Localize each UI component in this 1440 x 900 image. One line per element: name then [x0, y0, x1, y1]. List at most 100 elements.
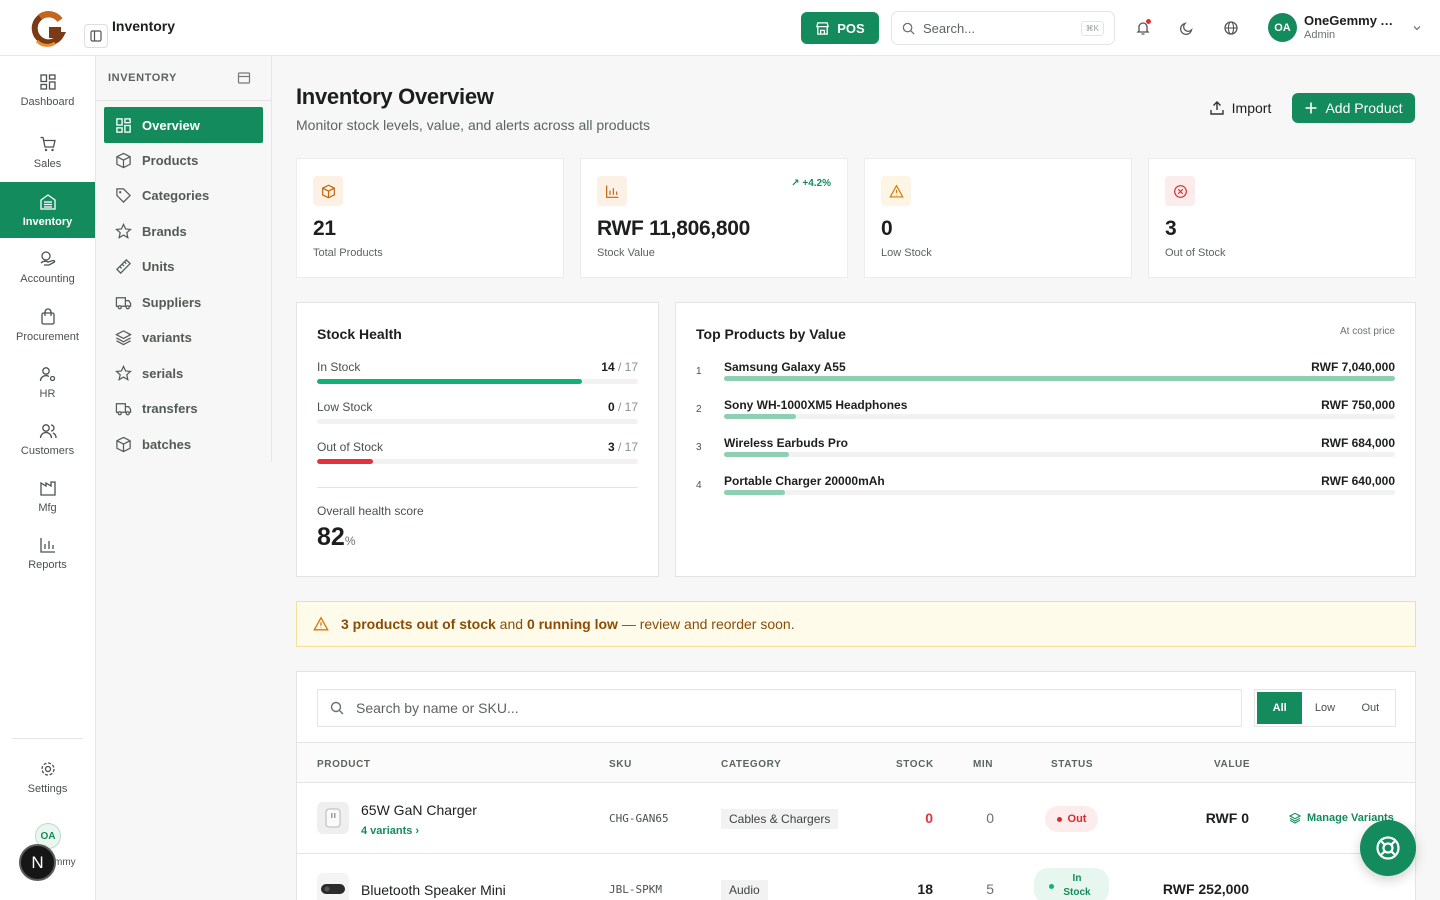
table-row[interactable]: Bluetooth Speaker Mini JBL-SPKM Audio 18…	[297, 854, 1415, 900]
rail-label: Dashboard	[20, 95, 75, 108]
subnav-label: transfers	[142, 400, 198, 416]
store-icon	[816, 21, 830, 35]
filter-out[interactable]: Out	[1348, 692, 1393, 724]
health-total: 17	[624, 400, 638, 414]
product-thumbnail	[317, 802, 349, 834]
top-product-fill	[724, 414, 796, 419]
rail-label: Procurement	[16, 330, 79, 343]
health-count: 3 / 17	[607, 440, 638, 454]
health-score: 82%	[317, 523, 355, 552]
subnav-item-serials[interactable]: serials	[104, 355, 263, 391]
subnav-item-transfers[interactable]: transfers	[104, 390, 263, 426]
subnav-item-brands[interactable]: Brands	[104, 213, 263, 249]
search-icon	[902, 22, 915, 35]
top-product-row[interactable]: 2 Sony WH-1000XM5 Headphones RWF 750,000	[696, 398, 1395, 434]
subnav-item-batches[interactable]: batches	[104, 426, 263, 462]
filter-low[interactable]: Low	[1302, 692, 1347, 724]
product-variants-link[interactable]: 4 variants ›	[361, 825, 419, 837]
health-count-value: 14	[601, 360, 615, 374]
top-products-panel: Top Products by Value At cost price 1 Sa…	[675, 302, 1416, 577]
user-avatar[interactable]: OA	[1268, 13, 1297, 42]
health-fill	[317, 379, 582, 384]
th-product[interactable]: PRODUCT	[317, 759, 371, 770]
product-search-input[interactable]: Search by name or SKU...	[317, 689, 1242, 727]
alert-joiner: and	[495, 616, 527, 632]
th-category[interactable]: CATEGORY	[721, 759, 781, 770]
product-sku: CHG-GAN65	[609, 812, 669, 825]
rail-label: Sales	[33, 157, 62, 170]
top-product-name: Sony WH-1000XM5 Headphones	[724, 398, 908, 412]
chevron-down-icon[interactable]	[1411, 22, 1423, 34]
subnav-item-overview[interactable]: Overview	[104, 107, 263, 143]
rail-item-reports[interactable]: Reports	[0, 525, 95, 581]
sidebar-collapse-button[interactable]	[84, 24, 108, 48]
panel-left-icon	[90, 30, 102, 42]
status-dot	[1056, 816, 1062, 822]
th-value[interactable]: VALUE	[1214, 759, 1250, 770]
theme-toggle-button[interactable]	[1176, 17, 1198, 39]
subnav-label: Products	[142, 152, 199, 168]
rail-item-procurement[interactable]: Procurement	[0, 297, 95, 353]
th-stock[interactable]: STOCK	[896, 759, 934, 770]
stock-value: RWF 0	[1205, 810, 1249, 826]
top-product-row[interactable]: 4 Portable Charger 20000mAh RWF 640,000	[696, 474, 1395, 510]
stat-label: Total Products	[313, 247, 383, 259]
product-name[interactable]: Bluetooth Speaker Mini	[361, 882, 506, 898]
stock-filter-group: All Low Out	[1254, 689, 1396, 727]
pos-button[interactable]: POS	[801, 12, 879, 44]
bag-icon	[40, 307, 55, 325]
stock-count: 0	[925, 810, 933, 826]
health-score-label: Overall health score	[317, 504, 424, 518]
language-button[interactable]	[1220, 17, 1242, 39]
subnav-item-variants[interactable]: variants	[104, 319, 263, 355]
panel-toggle-icon[interactable]	[237, 71, 251, 85]
subnav-label: variants	[142, 329, 192, 345]
health-fill	[317, 459, 374, 464]
top-product-track	[724, 452, 1395, 457]
stat-value: 3	[1165, 217, 1177, 240]
top-product-track	[724, 414, 1395, 419]
product-name[interactable]: 65W GaN Charger	[361, 802, 477, 818]
global-search-input[interactable]: Search... ⌘K	[891, 11, 1115, 45]
health-total: 17	[624, 440, 638, 454]
filter-all[interactable]: All	[1257, 692, 1303, 724]
table-row[interactable]: 65W GaN Charger 4 variants › CHG-GAN65 C…	[297, 783, 1415, 854]
th-min[interactable]: MIN	[973, 759, 993, 770]
notifications-button[interactable]	[1132, 17, 1154, 39]
top-product-track	[724, 490, 1395, 495]
user-name[interactable]: OneGemmy A...	[1304, 13, 1400, 28]
min-stock: 5	[986, 881, 994, 897]
rail-item-sales[interactable]: Sales	[0, 124, 95, 180]
rail-item-mfg[interactable]: Mfg	[0, 468, 95, 524]
stat-card-low-stock: 0 Low Stock	[864, 158, 1132, 278]
help-button[interactable]	[1360, 820, 1416, 876]
health-count-value: 0	[607, 400, 615, 414]
app-title: Inventory	[112, 18, 176, 34]
import-button[interactable]: Import	[1198, 93, 1282, 123]
health-total: 17	[624, 360, 638, 374]
status-dot	[1049, 883, 1054, 889]
top-product-row[interactable]: 1 Samsung Galaxy A55 RWF 7,040,000	[696, 360, 1395, 396]
alert-suffix: — review and reorder soon.	[617, 616, 795, 632]
plus-icon	[1305, 102, 1317, 114]
rail-item-hr[interactable]: HR	[0, 354, 95, 410]
rail-item-customers[interactable]: Customers	[0, 411, 95, 467]
rail-item-accounting[interactable]: Accounting	[0, 239, 95, 295]
n-badge-button[interactable]: N	[19, 844, 56, 881]
subnav-item-units[interactable]: Units	[104, 248, 263, 284]
th-status[interactable]: STATUS	[1051, 759, 1093, 770]
add-product-button[interactable]: Add Product	[1292, 93, 1415, 123]
stock-value: RWF 252,000	[1162, 881, 1249, 897]
rail-item-dashboard[interactable]: Dashboard	[0, 62, 95, 118]
brand-logo[interactable]	[30, 11, 66, 47]
subnav-item-products[interactable]: Products	[104, 142, 263, 178]
th-sku[interactable]: SKU	[609, 759, 632, 770]
top-product-row[interactable]: 3 Wireless Earbuds Pro RWF 684,000	[696, 436, 1395, 472]
subnav-item-suppliers[interactable]: Suppliers	[104, 284, 263, 320]
rail-item-settings[interactable]: Settings	[0, 749, 95, 805]
subnav-label: Suppliers	[142, 294, 202, 310]
rail-item-inventory[interactable]: Inventory	[0, 182, 95, 238]
subnav-item-categories[interactable]: Categories	[104, 177, 263, 213]
page-subtitle: Monitor stock levels, value, and alerts …	[296, 117, 651, 133]
health-label: Out of Stock	[317, 440, 384, 454]
